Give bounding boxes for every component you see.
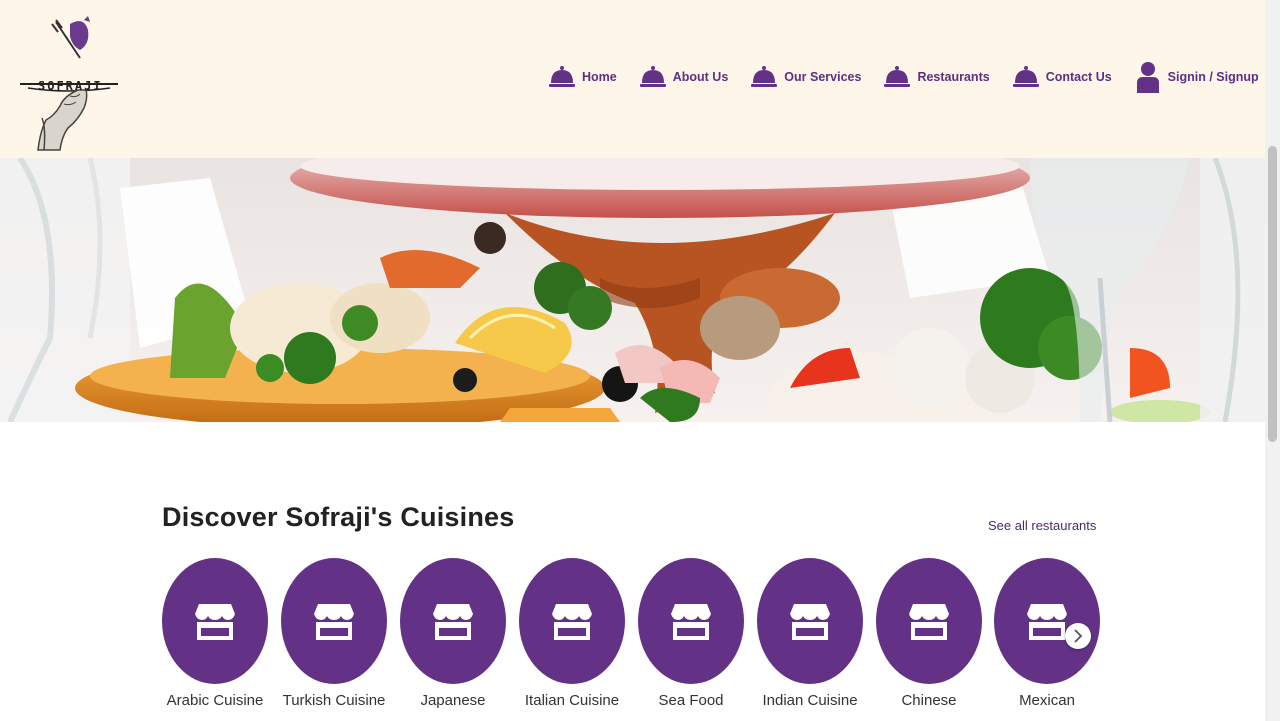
hero-banner <box>0 158 1265 422</box>
storefront-icon <box>1027 604 1067 640</box>
cuisine-label: Sea Food <box>658 692 724 709</box>
storefront-icon <box>195 604 235 640</box>
storefront-icon <box>314 604 354 640</box>
storefront-icon <box>790 604 830 640</box>
food-banner-image <box>0 158 1265 422</box>
cloche-icon <box>883 63 911 91</box>
nav-item-about-us[interactable]: About Us <box>639 63 729 91</box>
carousel-next-button[interactable] <box>1065 623 1091 649</box>
cuisine-circle <box>638 558 744 684</box>
storefront-icon <box>552 604 592 640</box>
cuisine-circle <box>876 558 982 684</box>
cuisine-label: Arabic Cuisine <box>166 692 264 709</box>
nav-label-signin-signup: Signin / Signup <box>1167 70 1259 84</box>
storefront-icon <box>433 604 473 640</box>
user-icon <box>1134 62 1162 93</box>
cuisine-circle <box>400 558 506 684</box>
cuisine-item-sea-food[interactable]: Sea Food <box>638 558 744 721</box>
cuisine-circle <box>519 558 625 684</box>
cuisine-item-arabic[interactable]: Arabic Cuisine <box>162 558 268 721</box>
cuisine-circle <box>162 558 268 684</box>
cuisine-circle <box>757 558 863 684</box>
storefront-icon <box>909 604 949 640</box>
nav-item-restaurants[interactable]: Restaurants <box>883 63 990 91</box>
main-nav: Home About Us Our Services Restaurants C… <box>548 60 1259 94</box>
nav-item-contact-us[interactable]: Contact Us <box>1012 63 1112 91</box>
cuisine-label: Italian Cuisine <box>524 692 620 709</box>
scrollbar-thumb[interactable] <box>1268 146 1277 442</box>
nav-label-contact-us: Contact Us <box>1045 70 1112 84</box>
cuisine-label: Turkish Cuisine <box>282 692 386 709</box>
nav-label-about-us: About Us <box>672 70 729 84</box>
site-header: SOFRAJI Home About Us Our Services Resta… <box>0 0 1265 158</box>
cuisine-item-chinese[interactable]: Chinese <box>876 558 982 721</box>
cuisine-item-indian[interactable]: Indian Cuisine <box>757 558 863 721</box>
cuisine-label: Chinese <box>901 692 957 709</box>
cloche-icon <box>1012 63 1040 91</box>
nav-label-our-services: Our Services <box>784 70 862 84</box>
sofraji-logo[interactable]: SOFRAJI <box>18 14 122 152</box>
see-all-restaurants-link[interactable]: See all restaurants <box>988 518 1096 533</box>
cuisine-circle <box>281 558 387 684</box>
nav-item-signin-signup[interactable]: Signin / Signup <box>1134 62 1259 93</box>
section-title: Discover Sofraji's Cuisines <box>162 502 515 532</box>
page-scrollbar[interactable] <box>1265 0 1280 721</box>
cuisine-item-turkish[interactable]: Turkish Cuisine <box>281 558 387 721</box>
cuisine-circle <box>994 558 1100 684</box>
cuisines-carousel: Arabic Cuisine Turkish Cuisine Japanese … <box>162 558 1102 721</box>
cuisine-label: Japanese <box>420 692 486 709</box>
nav-item-our-services[interactable]: Our Services <box>750 63 861 91</box>
cloche-icon <box>750 63 778 91</box>
nav-item-home[interactable]: Home <box>548 63 617 91</box>
cuisine-item-japanese[interactable]: Japanese <box>400 558 506 721</box>
cuisine-item-italian[interactable]: Italian Cuisine <box>519 558 625 721</box>
nav-label-restaurants: Restaurants <box>917 70 990 84</box>
nav-label-home: Home <box>582 70 617 84</box>
cuisine-label: Mexican <box>1019 692 1075 709</box>
cloche-icon <box>639 63 667 91</box>
storefront-icon <box>671 604 711 640</box>
cloche-icon <box>548 63 576 91</box>
logo-wordmark: SOFRAJI <box>38 79 103 93</box>
chevron-right-icon <box>1074 629 1083 643</box>
cuisine-label: Indian Cuisine <box>762 692 858 709</box>
